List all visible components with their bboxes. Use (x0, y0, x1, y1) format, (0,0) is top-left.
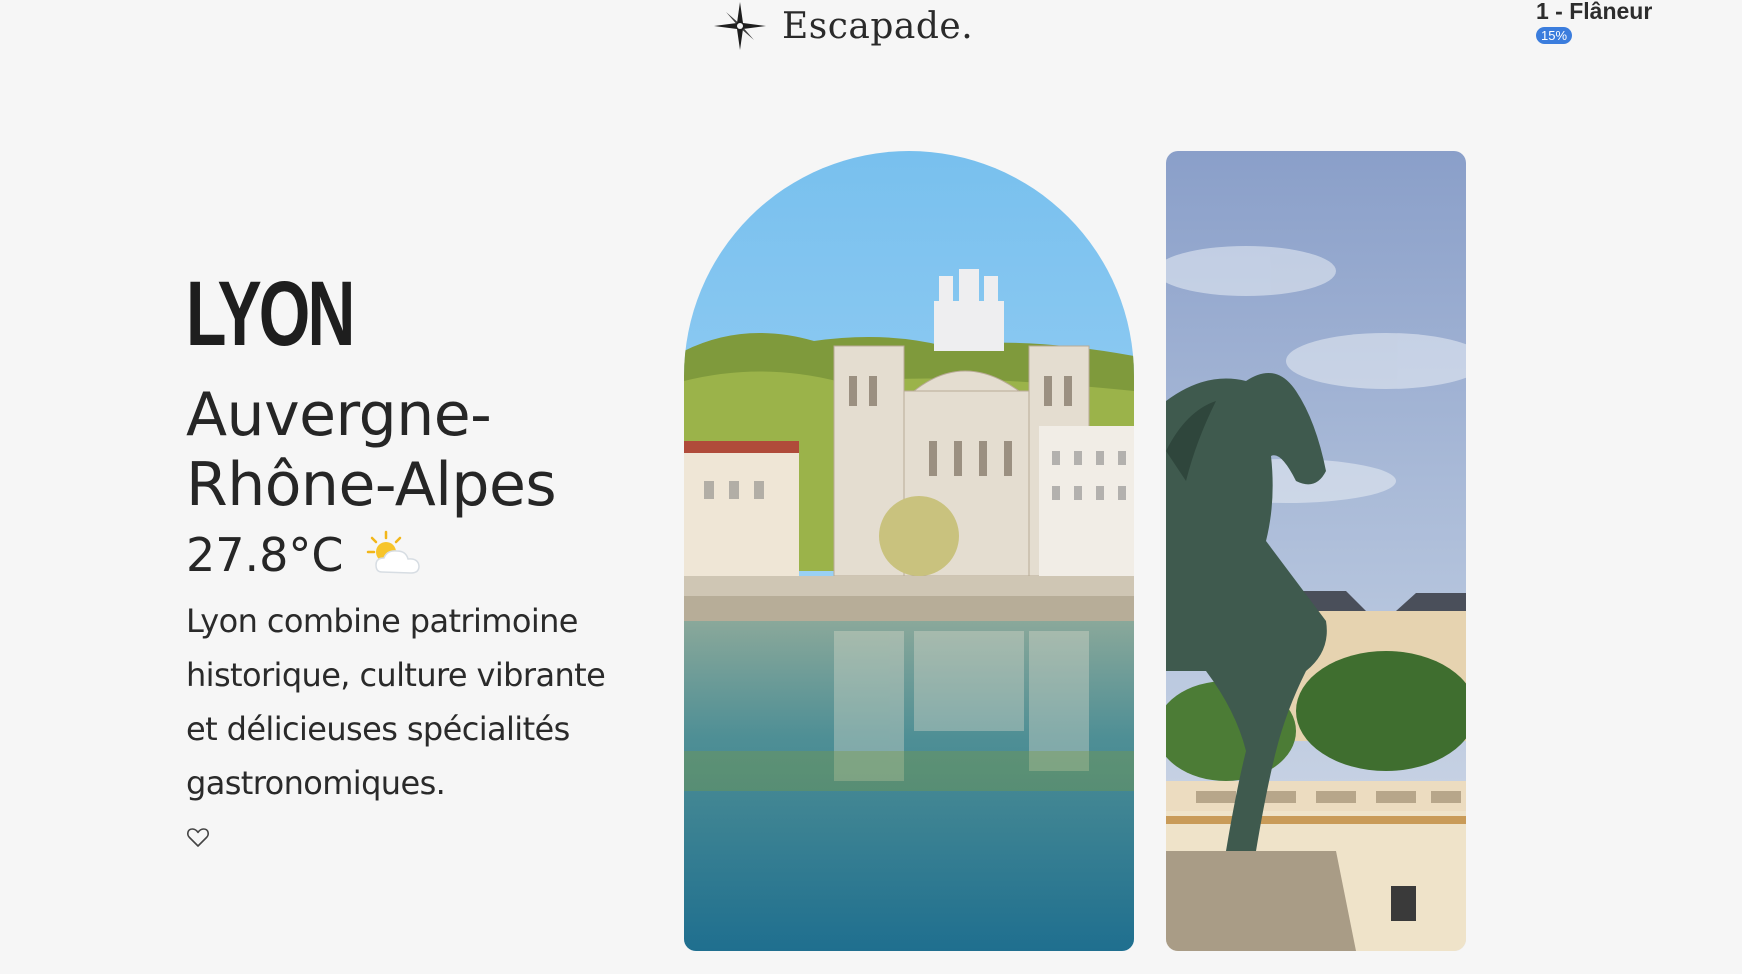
user-progress-badge: 15% (1536, 27, 1573, 44)
heart-outline-icon[interactable] (186, 826, 210, 848)
temperature: 27.8°C (186, 528, 344, 582)
city-description: Lyon combine patrimoine historique, cult… (186, 602, 606, 802)
weather-info: 27.8°C (186, 528, 426, 582)
user-level-label: 1 - Flâneur (1536, 0, 1653, 24)
equestrian-statue-photo (1166, 151, 1466, 951)
user-level-badge[interactable]: 1 - Flâneur 15% (1536, 0, 1652, 45)
page: Escapade. 1 - Flâneur 15% LYON Auvergne-… (0, 0, 1742, 974)
lyon-cathedral-saone-photo (684, 151, 1134, 951)
region-name: Auvergne-Rhône-Alpes (186, 380, 557, 520)
brand-logo[interactable]: Escapade. (712, 0, 973, 52)
city-title: LYON (186, 263, 355, 365)
compass-star-icon (714, 2, 766, 50)
brand-name: Escapade. (782, 5, 974, 47)
partly-sunny-icon (366, 530, 420, 574)
